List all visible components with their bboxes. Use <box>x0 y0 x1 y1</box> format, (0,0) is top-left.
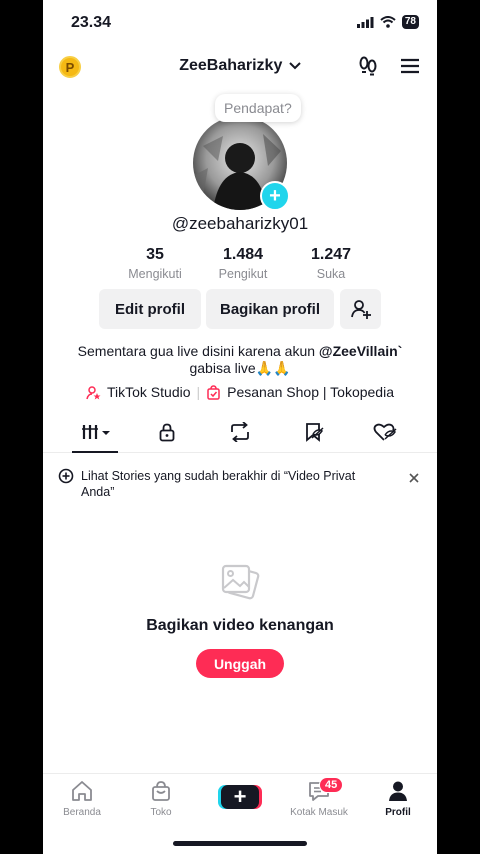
active-tab-indicator <box>72 451 118 453</box>
shop-bag-icon <box>152 781 170 801</box>
footprints-icon[interactable] <box>357 55 379 77</box>
nav-label: Beranda <box>63 807 101 818</box>
add-story-button[interactable]: + <box>260 181 290 211</box>
stat-followers[interactable]: 1.484 Pengikut <box>199 246 287 281</box>
chevron-down-icon <box>289 62 301 70</box>
feedback-tooltip[interactable]: Pendapat? <box>215 94 301 122</box>
home-icon <box>72 781 92 801</box>
link-divider: | <box>196 384 201 400</box>
signal-icon <box>356 16 374 28</box>
profile-tabs <box>43 416 437 453</box>
wifi-icon <box>380 16 396 28</box>
stat-label: Mengikuti <box>128 267 182 281</box>
shop-order-icon <box>207 384 220 400</box>
create-plus-icon[interactable]: + <box>221 785 259 809</box>
topbar-actions <box>357 55 421 77</box>
status-bar: 23.34 78 <box>43 0 437 46</box>
profile-bio: Sementara gua live disini karena akun @Z… <box>63 343 417 377</box>
empty-state-title: Bagikan video kenangan <box>146 617 334 634</box>
nav-home[interactable]: Beranda <box>47 780 117 818</box>
profile-icon <box>389 781 407 801</box>
bottom-nav: Beranda Toko + Kotak Masuk 45 Profil <box>43 773 437 854</box>
grid-videos-icon <box>82 425 110 439</box>
tab-videos[interactable] <box>81 422 113 447</box>
tab-liked[interactable] <box>373 422 397 447</box>
lock-icon <box>159 423 175 442</box>
profile-topbar: P ZeeBaharizky <box>43 50 437 84</box>
repost-icon <box>231 421 249 443</box>
edit-profile-button[interactable]: Edit profil <box>99 289 201 329</box>
account-username: ZeeBaharizky <box>179 57 283 74</box>
profile-links: TikTok Studio | Pesanan Shop | Tokopedia <box>43 384 437 400</box>
battery-icon: 78 <box>401 15 419 29</box>
nav-shop[interactable]: Toko <box>126 780 196 818</box>
bio-mention[interactable]: @ZeeVillain` <box>319 343 402 359</box>
nav-label: Profil <box>385 807 411 818</box>
status-icons: 78 <box>356 15 419 29</box>
inbox-badge: 45 <box>319 777 344 793</box>
stat-likes[interactable]: 1.247 Suka <box>287 246 375 281</box>
add-circle-icon <box>58 468 74 484</box>
tiktok-studio-link[interactable]: TikTok Studio <box>107 384 191 400</box>
tab-favorites[interactable] <box>303 422 325 447</box>
status-time: 23.34 <box>71 14 112 31</box>
tab-private[interactable] <box>157 422 177 447</box>
stat-label: Pengikut <box>218 267 268 281</box>
share-profile-button[interactable]: Bagikan profil <box>206 289 334 329</box>
photos-icon <box>221 564 260 600</box>
stat-value: 35 <box>146 246 164 263</box>
profile-stats: 35 Mengikuti 1.484 Pengikut 1.247 Suka <box>111 246 375 281</box>
shop-orders-link[interactable]: Pesanan Shop | Tokopedia <box>227 384 394 400</box>
empty-state <box>43 560 437 609</box>
bio-text-2: gabisa live🙏🙏 <box>189 360 291 376</box>
tab-reposts[interactable] <box>229 421 251 447</box>
close-icon[interactable] <box>409 473 419 483</box>
studio-icon <box>86 385 101 399</box>
bio-text: Sementara gua live disini karena akun <box>77 343 319 359</box>
stat-value: 1.247 <box>310 246 352 263</box>
add-user-icon <box>350 300 371 319</box>
add-friend-button[interactable] <box>340 289 381 329</box>
menu-icon[interactable] <box>399 55 421 77</box>
nav-label: Toko <box>150 807 172 818</box>
phone-screen: 23.34 78 P ZeeBaharizky + Pendapat? @zee… <box>43 0 437 854</box>
home-indicator <box>173 841 307 846</box>
stat-value: 1.484 <box>222 246 264 263</box>
banner-text: Lihat Stories yang sudah berakhir di “Vi… <box>81 469 356 499</box>
stat-label: Suka <box>316 267 346 281</box>
stories-banner[interactable]: Lihat Stories yang sudah berakhir di “Vi… <box>43 466 437 512</box>
nav-profile[interactable]: Profil <box>363 780 433 818</box>
upload-button[interactable]: Unggah <box>196 649 284 678</box>
nav-label: Kotak Masuk <box>290 807 348 818</box>
profile-handle: @zeebaharizky01 <box>171 214 309 233</box>
stat-following[interactable]: 35 Mengikuti <box>111 246 199 281</box>
heart-hidden-icon <box>373 423 397 441</box>
bookmark-hidden-icon <box>306 423 324 442</box>
